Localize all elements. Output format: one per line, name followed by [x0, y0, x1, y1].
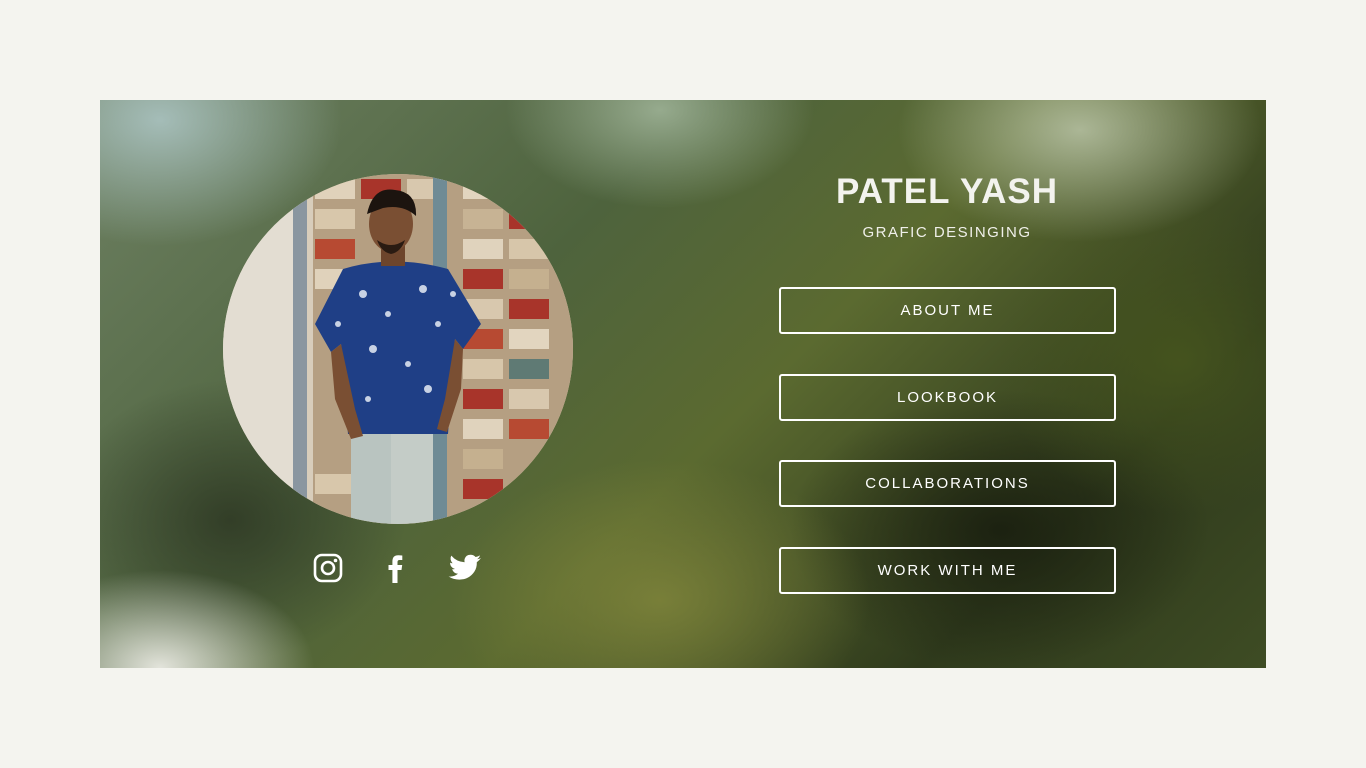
profile-card: PATEL YASH GRAFIC DESINGING ABOUT ME LOO… [100, 100, 1266, 668]
profile-name: PATEL YASH [835, 172, 1059, 211]
lookbook-button[interactable]: LOOKBOOK [779, 374, 1116, 421]
profile-subtitle: GRAFIC DESINGING [862, 224, 1032, 241]
facebook-icon [388, 555, 403, 583]
collaborations-button[interactable]: COLLABORATIONS [779, 460, 1116, 507]
about-me-button[interactable]: ABOUT ME [779, 287, 1116, 334]
twitter-icon [448, 554, 481, 580]
twitter-link[interactable] [447, 552, 483, 584]
profile-photo [223, 174, 573, 524]
instagram-link[interactable] [310, 552, 346, 584]
work-with-me-button[interactable]: WORK WITH ME [779, 547, 1116, 594]
profile-photo-image [223, 174, 573, 524]
facebook-link[interactable] [377, 552, 413, 584]
instagram-icon [313, 553, 343, 583]
